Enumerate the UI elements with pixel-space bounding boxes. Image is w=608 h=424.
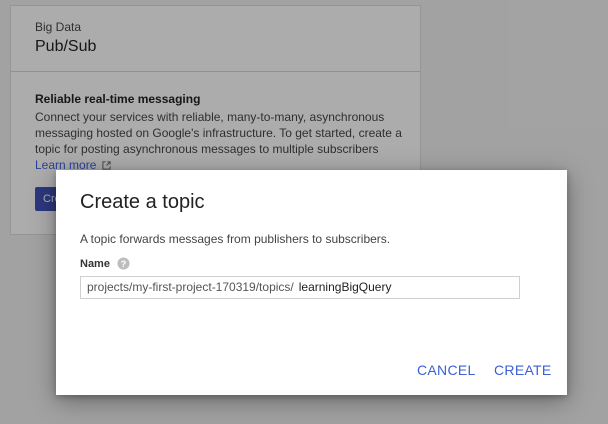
topic-name-input[interactable] <box>298 280 499 294</box>
help-icon[interactable]: ? <box>117 257 130 270</box>
topic-name-prefix: projects/my-first-project-170319/topics/ <box>87 280 294 294</box>
svg-text:?: ? <box>121 259 127 269</box>
create-button[interactable]: CREATE <box>494 362 552 378</box>
topic-name-field[interactable]: projects/my-first-project-170319/topics/ <box>80 276 520 299</box>
dialog-title: Create a topic <box>80 191 205 213</box>
dialog-description: A topic forwards messages from publisher… <box>80 232 391 246</box>
create-topic-dialog: Create a topic A topic forwards messages… <box>56 170 567 395</box>
cancel-button[interactable]: CANCEL <box>417 362 476 378</box>
name-field-label: Name <box>80 258 110 270</box>
